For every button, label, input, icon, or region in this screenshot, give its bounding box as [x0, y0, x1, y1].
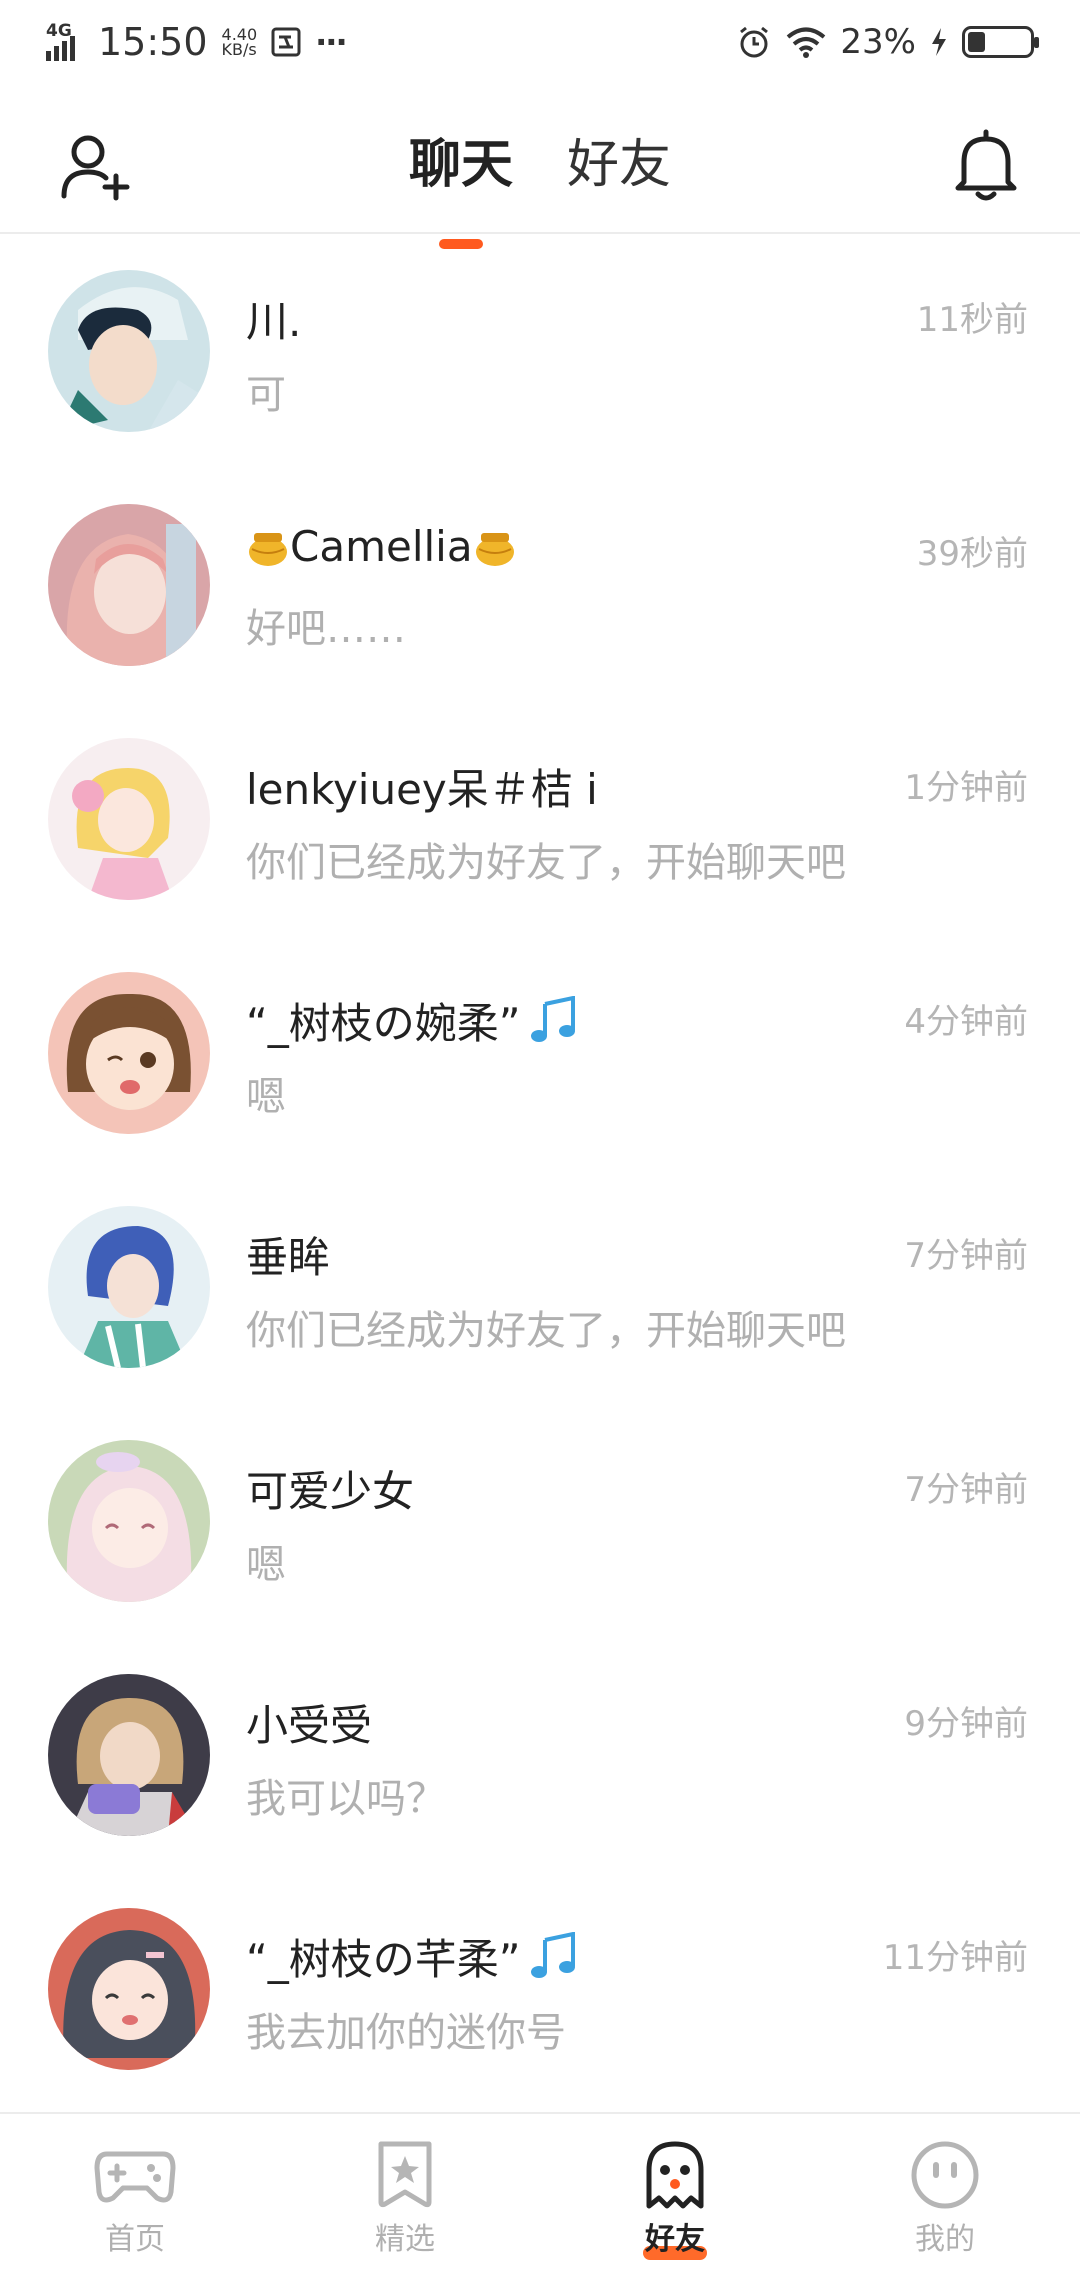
- bottom-nav: 首页 精选 好友 我的: [0, 2112, 1080, 2280]
- avatar[interactable]: [48, 504, 210, 666]
- chat-name-text: “_树枝の芊柔”: [246, 1935, 521, 1984]
- chat-preview: 可: [246, 372, 286, 418]
- chat-item[interactable]: lenkyiuey呆＃桔 i 1分钟前 你们已经成为好友了，开始聊天吧: [0, 704, 1080, 938]
- chat-name: lenkyiuey呆＃桔 i: [246, 765, 598, 814]
- nav-label: 首页: [105, 2222, 165, 2257]
- nav-label: 精选: [375, 2222, 435, 2257]
- chat-preview: 你们已经成为好友了，开始聊天吧: [246, 1308, 846, 1354]
- bell-icon[interactable]: [950, 126, 1022, 202]
- ghost-icon: [646, 2141, 704, 2209]
- nav-friends[interactable]: 好友: [540, 2114, 810, 2280]
- avatar[interactable]: [48, 972, 210, 1134]
- nav-label: 好友: [643, 2214, 707, 2260]
- nav-me[interactable]: 我的: [810, 2114, 1080, 2280]
- chat-item[interactable]: 可爱少女 7分钟前 嗯: [0, 1406, 1080, 1640]
- chat-preview: 我去加你的迷你号: [246, 2010, 566, 2056]
- music-notes-icon: [530, 996, 575, 1042]
- more-status-icon: ···: [315, 23, 348, 61]
- tab-chat[interactable]: 聊天: [405, 122, 517, 197]
- music-notes-icon: [530, 1932, 575, 1978]
- chat-preview: 嗯: [246, 1074, 286, 1120]
- chat-preview: 你们已经成为好友了，开始聊天吧: [246, 840, 846, 886]
- battery-icon: [962, 26, 1039, 58]
- star-bookmark-icon: [378, 2141, 432, 2208]
- status-time: 15:50: [98, 20, 208, 64]
- chat-time: 11分钟前: [882, 1938, 1028, 1978]
- chat-name: 川.: [246, 297, 302, 346]
- chat-name: 垂眸: [246, 1233, 331, 1282]
- avatar[interactable]: [48, 270, 210, 432]
- chat-item[interactable]: “_树枝の芊柔” 11分钟前 我去加你的迷你号: [0, 1874, 1080, 2108]
- chat-preview: 我可以吗？: [246, 1776, 446, 1822]
- chat-name: 小受受: [246, 1701, 373, 1750]
- chat-item[interactable]: 垂眸 7分钟前 你们已经成为好友了，开始聊天吧: [0, 1172, 1080, 1406]
- chat-name: Camellia: [246, 522, 517, 571]
- chat-tabs: 聊天 好友: [0, 122, 1080, 197]
- chat-item[interactable]: “_树枝の婉柔” 4分钟前 嗯: [0, 938, 1080, 1172]
- alarm-icon: [740, 26, 769, 58]
- gamepad-icon: [94, 2151, 176, 2203]
- nav-home[interactable]: 首页: [0, 2114, 270, 2280]
- network-speed: 4.40 KB/s: [221, 27, 258, 59]
- cell-signal-icon: 4G: [46, 21, 80, 61]
- charging-icon: [932, 28, 946, 56]
- honey-pot-icon: [249, 533, 287, 566]
- chat-time: 11秒前: [916, 300, 1028, 340]
- avatar[interactable]: [48, 1206, 210, 1368]
- chat-item[interactable]: 川. 11秒前 可: [0, 236, 1080, 470]
- honey-pot-icon: [475, 533, 514, 566]
- chat-time: 7分钟前: [904, 1236, 1028, 1276]
- speed-unit: KB/s: [221, 40, 257, 59]
- nav-featured[interactable]: 精选: [270, 2114, 540, 2280]
- chat-time: 39秒前: [916, 534, 1028, 574]
- avatar[interactable]: [48, 1440, 210, 1602]
- chat-item[interactable]: 小受受 9分钟前 我可以吗？: [0, 1640, 1080, 1874]
- chat-name-text: Camellia: [290, 522, 473, 571]
- chat-name-text: “_树枝の婉柔”: [246, 999, 521, 1048]
- chat-name: 可爱少女: [246, 1467, 415, 1516]
- chat-preview: 好吧……: [246, 606, 406, 652]
- chat-time: 1分钟前: [904, 768, 1028, 808]
- chat-time: 4分钟前: [904, 1002, 1028, 1042]
- chat-name: “_树枝の婉柔”: [246, 990, 581, 1051]
- app-screen: 4G 15:50 4.40 KB/s ··· 23% 聊天 好友 川. 11秒前…: [0, 0, 1080, 2280]
- status-bar: 4G 15:50 4.40 KB/s ··· 23%: [0, 0, 1080, 84]
- smiley-icon: [911, 2141, 979, 2209]
- chat-item[interactable]: Camellia 39秒前 好吧……: [0, 470, 1080, 704]
- app-notification-icon: [271, 27, 301, 57]
- wifi-icon: [787, 27, 826, 58]
- chat-list: 川. 11秒前 可 Camellia 39秒前 好吧…… lenkyiuey呆＃…: [0, 236, 1080, 2108]
- top-nav: 聊天 好友: [0, 84, 1080, 234]
- tab-friends[interactable]: 好友: [563, 122, 675, 197]
- chat-name: “_树枝の芊柔”: [246, 1926, 581, 1987]
- nav-label: 我的: [915, 2222, 975, 2257]
- chat-preview: 嗯: [246, 1542, 286, 1588]
- avatar[interactable]: [48, 738, 210, 900]
- chat-time: 7分钟前: [904, 1470, 1028, 1510]
- chat-time: 9分钟前: [904, 1704, 1028, 1744]
- avatar[interactable]: [48, 1674, 210, 1836]
- battery-percent: 23%: [840, 22, 916, 62]
- avatar[interactable]: [48, 1908, 210, 2070]
